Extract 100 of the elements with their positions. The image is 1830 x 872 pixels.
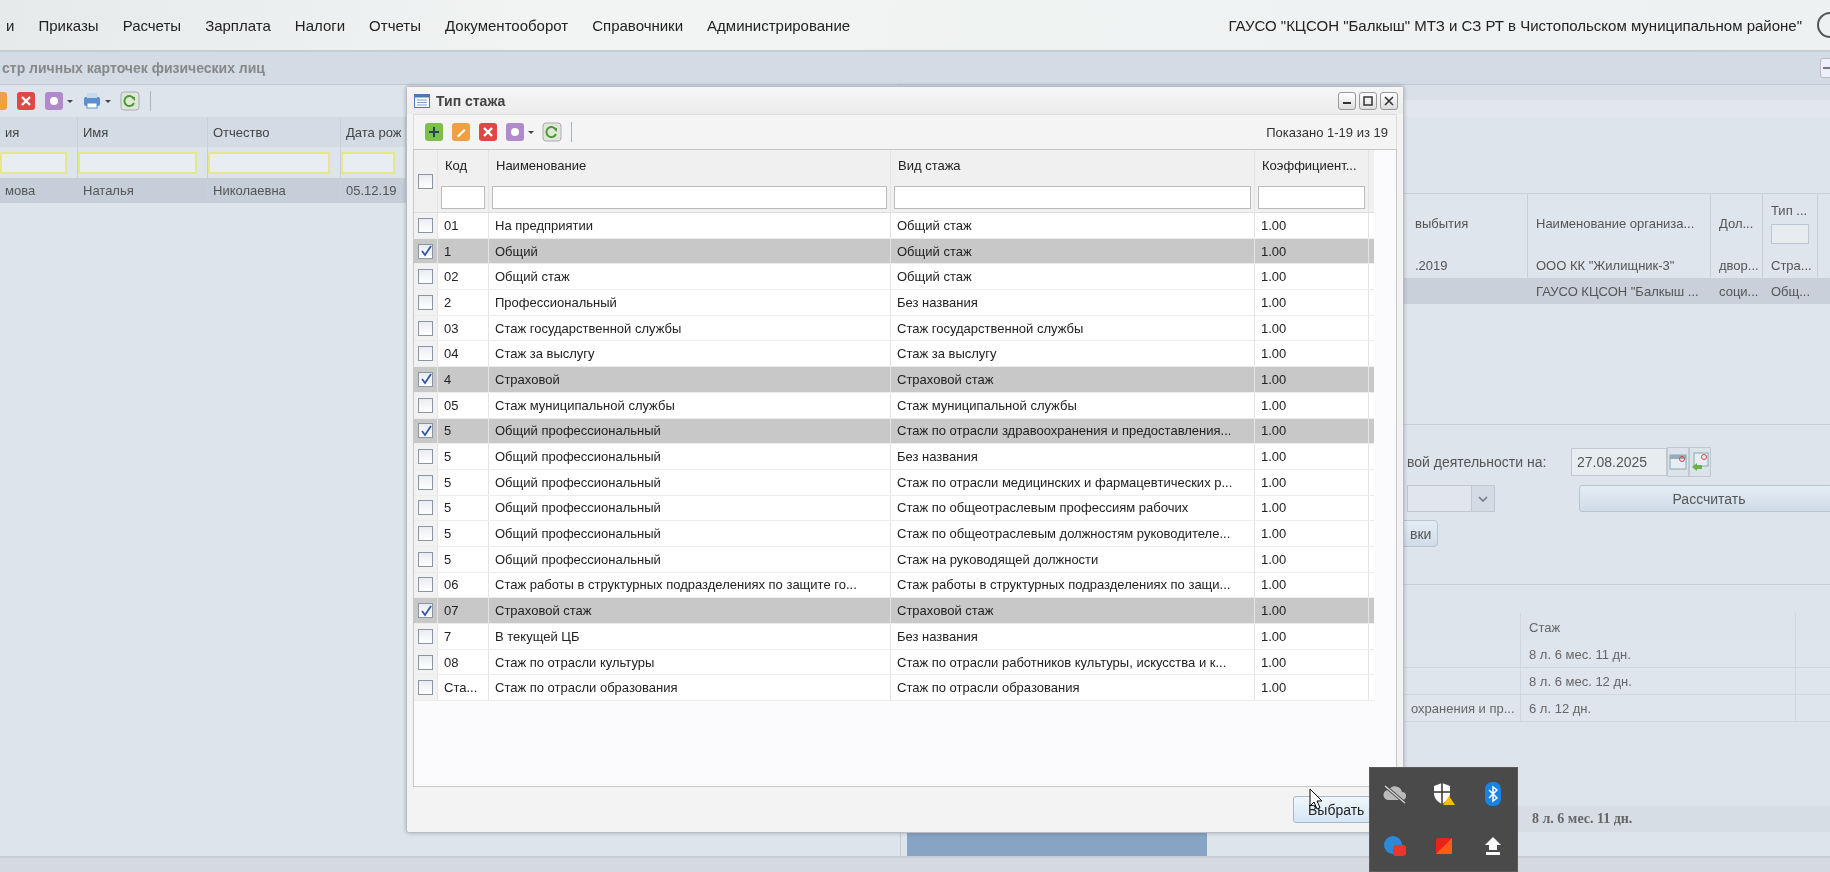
column-header[interactable]: ия [0, 117, 78, 147]
table-row[interactable]: 06 Стаж работы в структурных подразделениях по защите го... Стаж работы в структурных подразделениях по защи... 1.00 [414, 572, 1374, 599]
edit-icon[interactable] [451, 122, 471, 142]
menu-item[interactable]: Расчеты [110, 16, 194, 34]
filter-field[interactable] [341, 151, 395, 174]
row-checkbox[interactable] [418, 526, 433, 542]
select-all-checkbox[interactable] [418, 173, 433, 189]
row-checkbox[interactable] [418, 243, 433, 259]
row-checkbox[interactable] [418, 654, 433, 670]
calculate-button[interactable]: Рассчитать [1579, 485, 1830, 512]
table-row[interactable]: 5 Общий профессиональный Стаж по общеотраслевым должностям руководителе... 1.00 [414, 521, 1374, 547]
table-row[interactable]: 5 Общий профессиональный Стаж по отрасли здравоохранения и предоставления... 1.00 [414, 418, 1374, 445]
table-cell: Стаж по отрасли медицинских и фармацевтических р... [891, 469, 1255, 495]
row-checkbox[interactable] [418, 449, 433, 465]
row-checkbox[interactable] [418, 294, 433, 310]
cloud-off-icon[interactable] [1381, 784, 1408, 805]
menu-item[interactable]: Налоги [282, 16, 358, 34]
filter-field[interactable] [441, 186, 485, 209]
filter-field[interactable] [208, 151, 330, 174]
delete-icon[interactable] [478, 122, 498, 142]
table-cell: Общий профессиональный [489, 495, 891, 521]
menu-item[interactable]: Администрирование [695, 16, 863, 34]
table-row[interactable]: мова Наталья Николаевна 05.12.19 [0, 178, 406, 203]
maximize-button[interactable] [1359, 91, 1377, 110]
table-cell: Без названия [891, 444, 1255, 469]
dropdown-field[interactable] [1407, 485, 1495, 512]
calendar-icon[interactable] [1667, 447, 1689, 477]
column-header[interactable]: Отчество [208, 117, 341, 147]
settings-icon[interactable] [505, 122, 535, 142]
notification-badge-icon[interactable] [1382, 834, 1407, 857]
table-row[interactable]: 1 Общий Общий стаж 1.00 [414, 238, 1374, 265]
column-header[interactable]: Код [441, 158, 468, 173]
table-row[interactable]: 5 Общий профессиональный Стаж на руководящей должности 1.00 [414, 546, 1374, 573]
table-row[interactable]: 4 Страховой Страховой стаж 1.00 [414, 367, 1374, 393]
table-row[interactable]: Ста... Стаж по отрасли образования Стаж по отрасли образования 1.00 [414, 675, 1374, 702]
filter-field[interactable] [492, 186, 887, 209]
close-button[interactable] [1380, 91, 1398, 110]
table-cell: Стаж государственной службы [891, 315, 1255, 341]
filter-field[interactable] [1771, 223, 1809, 244]
row-checkbox[interactable] [418, 551, 433, 567]
filter-field[interactable] [894, 186, 1251, 209]
column-header[interactable]: Коэффициент... [1258, 158, 1357, 173]
table-row[interactable]: 5 Общий профессиональный Без названия 1.00 [414, 444, 1374, 470]
table-row[interactable]: 08 Стаж по отрасли культуры Стаж по отрасли работников культуры, искусства и к... 1.00 [414, 649, 1374, 676]
settings-icon[interactable] [44, 91, 74, 111]
row-checkbox[interactable] [418, 474, 433, 490]
print-icon[interactable] [82, 91, 112, 111]
row-checkbox[interactable] [418, 577, 433, 593]
collapse-button[interactable] [1820, 58, 1830, 78]
table-cell: Страховой стаж [891, 367, 1255, 392]
table-row[interactable]: 04 Стаж за выслугу Стаж за выслугу 1.00 [414, 341, 1374, 368]
column-header[interactable]: выбытия [1407, 194, 1528, 252]
date-field[interactable]: 27.08.2025 [1571, 448, 1667, 476]
column-header[interactable]: Тип ... [1771, 202, 1808, 218]
menu-item[interactable]: Приказы [26, 16, 111, 34]
row-checkbox[interactable] [418, 397, 433, 413]
refresh-icon[interactable] [542, 122, 562, 142]
table-row[interactable]: 02 Общий стаж Общий стаж 1.00 [414, 264, 1374, 291]
row-checkbox[interactable] [418, 423, 433, 439]
table-row[interactable]: 05 Стаж муниципальной службы Стаж муниципальной службы 1.00 [414, 392, 1374, 419]
menu-item[interactable]: Зарплата [193, 16, 283, 34]
table-row[interactable]: 07 Страховой стаж Страховой стаж 1.00 [414, 598, 1374, 624]
add-icon[interactable] [424, 122, 444, 142]
row-checkbox[interactable] [418, 320, 433, 336]
shield-warning-icon[interactable] [1431, 782, 1456, 807]
list-icon [414, 93, 430, 108]
column-header[interactable]: Вид стажа [894, 158, 961, 173]
menu-item[interactable]: Документооборот [432, 16, 581, 34]
filter-field[interactable] [1258, 186, 1365, 209]
row-checkbox[interactable] [418, 371, 433, 387]
row-checkbox[interactable] [418, 603, 433, 619]
table-row[interactable]: 5 Общий профессиональный Стаж по общеотраслевым профессиям рабочих 1.00 [414, 495, 1374, 522]
row-checkbox[interactable] [418, 269, 433, 285]
horizontal-scrollbar[interactable] [907, 832, 1207, 856]
filter-field[interactable] [78, 151, 197, 174]
minimize-button[interactable] [1338, 91, 1356, 110]
row-checkbox[interactable] [418, 628, 433, 644]
table-row[interactable]: 5 Общий профессиональный Стаж по отрасли медицинских и фармацевтических р... 1.00 [414, 469, 1374, 496]
table-row[interactable]: 01 На предприятии Общий стаж 1.00 [414, 213, 1374, 239]
calendar-reset-icon[interactable] [1689, 447, 1711, 477]
delete-icon[interactable] [16, 91, 36, 111]
menu-item[interactable]: Отчеты [357, 16, 433, 34]
table-row[interactable]: 03 Стаж государственной службы Стаж государственной службы 1.00 [414, 315, 1374, 342]
column-header[interactable]: Наименование [492, 158, 587, 173]
table-cell: Общий профессиональный [489, 418, 891, 444]
row-checkbox[interactable] [418, 500, 433, 516]
filter-field[interactable] [0, 151, 67, 174]
column-header[interactable]: Дол... [1711, 194, 1763, 252]
bluetooth-icon[interactable] [1484, 782, 1501, 807]
row-checkbox[interactable] [418, 680, 433, 696]
menu-item[interactable]: и [0, 16, 27, 34]
menu-item[interactable]: Справочники [580, 16, 696, 34]
table-row[interactable]: 7 В текущей ЦБ Без названия 1.00 [414, 624, 1374, 650]
app-icon[interactable] [1434, 836, 1453, 855]
refresh-icon[interactable] [120, 91, 140, 111]
column-header[interactable]: Имя [78, 117, 208, 147]
table-row[interactable]: 2 Профессиональный Без названия 1.00 [414, 290, 1374, 316]
row-checkbox[interactable] [418, 346, 433, 362]
column-header[interactable]: Наименование организа... [1528, 194, 1711, 252]
row-checkbox[interactable] [418, 217, 433, 233]
